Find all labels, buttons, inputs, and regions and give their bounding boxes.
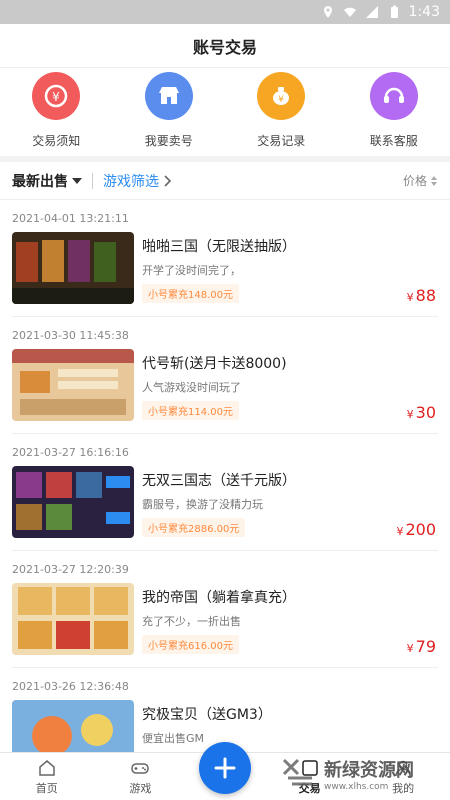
recharge-badge: 小号累充114.00元 [142,401,239,420]
store-icon [144,72,193,120]
tab-games[interactable]: 游戏 [105,758,175,796]
watermark: 新绿资源网 www.xlhs.com [282,752,442,796]
listing-thumbnail [12,349,134,421]
quick-action-notice[interactable]: ¥ 交易须知 [6,72,106,154]
watermark-url: www.xlhs.com [324,782,389,792]
wifi-icon [343,7,356,17]
status-time: 1:43 [408,4,440,20]
quick-action-label: 联系客服 [369,134,418,148]
listing-title: 无双三国志（送千元版） [142,473,296,489]
recharge-badge: 小号累充616.00元 [142,635,239,654]
listing-title: 代号斩(送月卡送8000) [142,356,287,372]
listing-time: 2021-03-26 12:36:48 [12,680,129,693]
caret-down-icon [72,177,82,184]
watermark-text: 新绿资源网 [324,760,414,781]
recharge-badge: 小号累充2886.00元 [142,518,246,537]
listing-price: ¥30 [406,403,436,422]
listing-thumbnail [12,466,134,538]
gamepad-icon [131,763,150,774]
listing-title: 啪啪三国（无限送抽版） [142,239,296,255]
svg-text:¥: ¥ [52,90,60,104]
listing-price: ¥88 [406,286,436,305]
listing-title: 究极宝贝（送GM3） [142,707,272,723]
listing-time: 2021-03-27 16:16:16 [12,446,129,459]
coin-icon: ¥ [32,72,81,120]
game-filter-label: 游戏筛选 [103,173,159,190]
home-icon [39,760,55,776]
price-sort-label: 价格 [402,174,427,188]
listing-thumbnail [12,232,134,304]
page-title: 账号交易 [192,37,257,57]
listing-price: ¥79 [406,637,436,656]
listing-item[interactable]: 2021-03-27 12:20:39 我的帝国（躺着拿真充） 充了不少，一折出… [12,551,438,668]
quick-action-label: 交易须知 [32,134,81,148]
battery-icon [390,5,398,18]
sort-latest-label: 最新出售 [12,173,68,190]
headset-icon [369,72,418,120]
sort-latest-dropdown[interactable]: 最新出售 [12,171,82,191]
signal-icon [365,6,378,18]
quick-action-support[interactable]: 联系客服 [344,72,444,154]
listing-desc: 人气游戏没时间玩了 [142,381,241,394]
listing-desc: 充了不少，一折出售 [142,615,241,628]
recharge-badge: 小号累充148.00元 [142,284,239,303]
tab-label: 游戏 [129,782,152,795]
chevron-right-icon [164,174,172,187]
page-header: 账号交易 [0,24,450,68]
listing-title: 我的帝国（躺着拿真充） [142,590,296,606]
add-listing-button[interactable] [199,742,251,794]
filter-bar: 最新出售 游戏筛选 价格 [0,162,450,200]
quick-action-label: 我要卖号 [144,134,193,148]
quick-action-records[interactable]: ¥ 交易记录 [231,72,331,154]
tab-label: 首页 [35,782,58,795]
location-icon [323,6,332,18]
listing-item[interactable]: 2021-03-30 11:45:38 代号斩(送月卡送8000) 人气游戏没时… [12,317,438,434]
plus-icon [214,757,236,779]
quick-actions: ¥ 交易须知 我要卖号 ¥ 交易记录 联系客服 [0,72,450,154]
listing-desc: 开学了没时间完了， [142,264,241,277]
sort-arrows-icon [431,175,437,186]
listing-time: 2021-03-30 11:45:38 [12,329,129,342]
status-bar: 1:43 [0,0,450,24]
svg-text:¥: ¥ [278,95,284,105]
tab-home[interactable]: 首页 [12,758,82,796]
listing-item[interactable]: 2021-04-01 13:21:11 啪啪三国（无限送抽版） 开学了没时间完了… [12,200,438,317]
listing-item[interactable]: 2021-03-27 16:16:16 无双三国志（送千元版） 霸服号，换游了没… [12,434,438,551]
listing-desc: 霸服号，换游了没精力玩 [142,498,263,511]
listing-thumbnail [12,583,134,655]
quick-action-label: 交易记录 [257,134,306,148]
quick-action-sell[interactable]: 我要卖号 [119,72,219,154]
watermark-logo [282,758,312,786]
listing-list: 2021-04-01 13:21:11 啪啪三国（无限送抽版） 开学了没时间完了… [0,200,450,785]
money-bag-icon: ¥ [257,72,306,120]
listing-price: ¥200 [396,520,436,539]
listing-time: 2021-04-01 13:21:11 [12,212,129,225]
game-filter-button[interactable]: 游戏筛选 [103,171,173,191]
listing-desc: 便宜出售GM [142,732,205,745]
filter-separator [92,172,93,189]
listing-time: 2021-03-27 12:20:39 [12,563,129,576]
price-sort-button[interactable]: 价格 [403,172,438,189]
